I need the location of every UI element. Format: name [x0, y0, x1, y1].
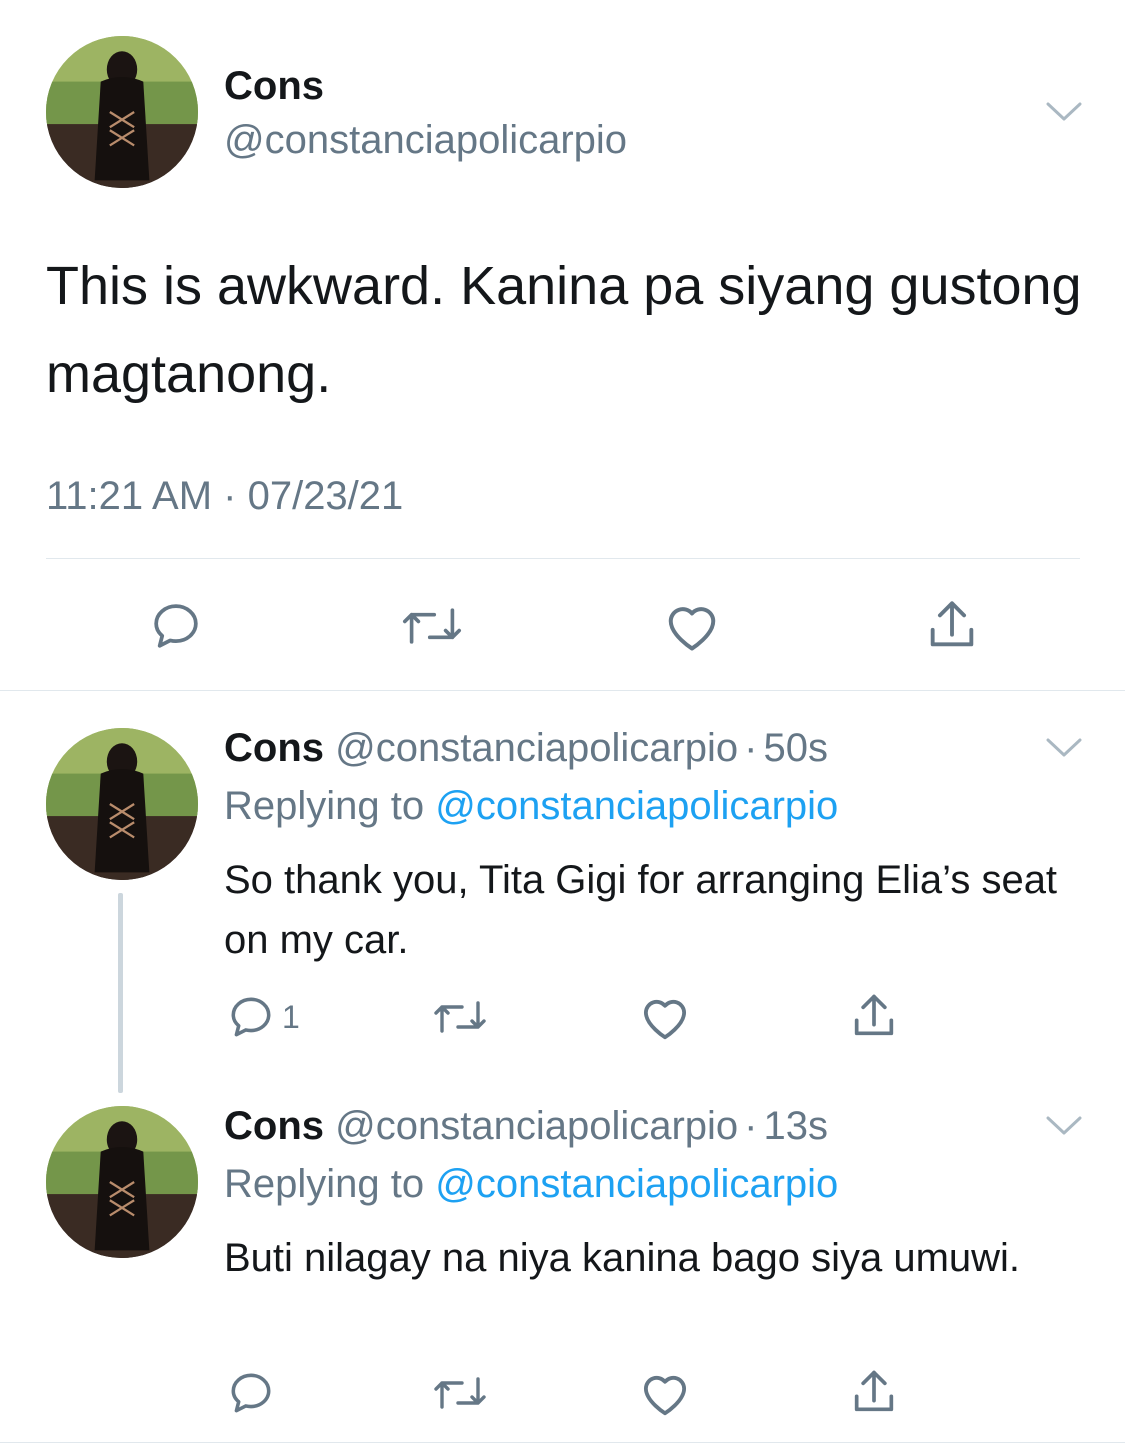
separator-dot: ·	[744, 726, 758, 770]
replying-to: Replying to @constanciapolicarpio	[224, 784, 838, 829]
reply-header: Cons @constanciapolicarpio · 13s	[224, 1104, 828, 1149]
tweet-text: This is awkward. Kanina pa siyang guston…	[46, 256, 1082, 404]
reply-icon	[231, 1373, 271, 1413]
tweet-text: So thank you, Tita Gigi for arranging El…	[224, 858, 1058, 962]
replying-to-link[interactable]: @constanciapolicarpio	[435, 784, 838, 828]
replying-label: Replying to	[224, 784, 425, 828]
like-icon	[643, 1375, 687, 1416]
like-icon	[668, 607, 716, 651]
retweet-icon	[402, 608, 462, 644]
author-handle[interactable]: @constanciapolicarpio	[224, 118, 627, 163]
avatar[interactable]	[46, 728, 198, 880]
reply-time[interactable]: 13s	[764, 1104, 829, 1148]
avatar[interactable]	[46, 1106, 198, 1258]
reply-button[interactable]: 1	[226, 992, 300, 1042]
share-icon	[930, 601, 974, 647]
reply-count: 1	[282, 998, 300, 1035]
author-name[interactable]: Cons	[224, 1104, 324, 1148]
replying-to-link[interactable]: @constanciapolicarpio	[435, 1162, 838, 1206]
divider	[0, 1442, 1125, 1443]
reply-icon	[231, 997, 271, 1037]
retweet-button[interactable]	[430, 1368, 490, 1418]
tweet-timestamp[interactable]: 11:21 AM · 07/23/21	[46, 474, 403, 519]
replying-label: Replying to	[224, 1162, 425, 1206]
like-button[interactable]	[662, 598, 722, 654]
reply-button[interactable]	[226, 1368, 282, 1418]
divider	[0, 690, 1125, 691]
like-icon	[643, 999, 687, 1040]
retweet-icon	[434, 1001, 486, 1033]
like-button[interactable]	[638, 1368, 692, 1418]
author-handle[interactable]: @constanciapolicarpio	[335, 726, 738, 770]
tweet-text: Buti nilagay na niya kanina bago siya um…	[224, 1236, 1021, 1280]
replying-to: Replying to @constanciapolicarpio	[224, 1162, 838, 1207]
retweet-icon	[434, 1377, 486, 1409]
author-name[interactable]: Cons	[224, 726, 324, 770]
share-icon	[854, 1370, 894, 1412]
divider	[46, 558, 1080, 559]
author-handle[interactable]: @constanciapolicarpio	[335, 1104, 738, 1148]
chevron-down-icon[interactable]	[1046, 1116, 1082, 1136]
author-name[interactable]: Cons	[224, 64, 324, 109]
share-button[interactable]	[848, 1366, 900, 1418]
chevron-down-icon[interactable]	[1046, 102, 1082, 122]
avatar[interactable]	[46, 36, 198, 188]
reply-button[interactable]	[148, 598, 204, 654]
thread-line	[118, 893, 123, 1093]
retweet-button[interactable]	[430, 992, 490, 1042]
reply-time[interactable]: 50s	[764, 726, 829, 770]
separator-dot: ·	[744, 1104, 758, 1148]
share-button[interactable]	[848, 990, 900, 1042]
reply-header: Cons @constanciapolicarpio · 50s	[224, 726, 828, 771]
share-button[interactable]	[922, 596, 982, 654]
like-button[interactable]	[638, 992, 692, 1042]
retweet-button[interactable]	[398, 598, 466, 654]
share-icon	[854, 994, 894, 1036]
chevron-down-icon[interactable]	[1046, 738, 1082, 758]
reply-icon	[154, 604, 198, 648]
